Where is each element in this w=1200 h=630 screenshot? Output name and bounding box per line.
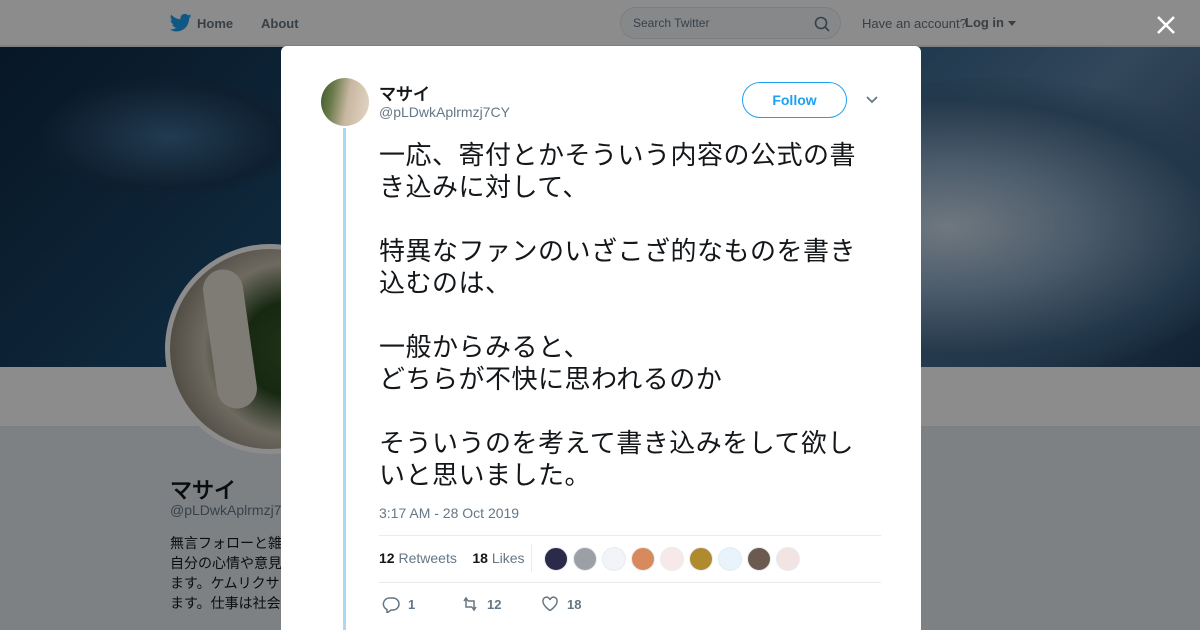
retweet-count: 12 (487, 596, 502, 612)
reply-icon (382, 597, 400, 613)
liker-avatars (544, 547, 800, 571)
liker-avatar[interactable] (747, 547, 771, 571)
liker-avatar[interactable] (602, 547, 626, 571)
liker-avatar[interactable] (660, 547, 684, 571)
divider (379, 582, 881, 583)
tweet-author-handle[interactable]: @pLDwkAplrmzj7CY (379, 104, 510, 120)
liker-avatar[interactable] (689, 547, 713, 571)
retweet-icon (463, 596, 477, 612)
follow-button[interactable]: Follow (742, 82, 847, 118)
liker-avatar[interactable] (631, 547, 655, 571)
liker-avatar[interactable] (573, 547, 597, 571)
like-count: 18 (567, 596, 582, 612)
divider (531, 544, 532, 572)
likes-count[interactable]: 18 (472, 550, 488, 566)
retweets-label[interactable]: Retweets (398, 550, 456, 566)
divider (379, 535, 881, 536)
likes-label[interactable]: Likes (492, 550, 525, 566)
heart-icon (542, 596, 558, 612)
tweet-author-name[interactable]: マサイ (379, 80, 430, 105)
tweet-stats: 12 Retweets 18 Likes (379, 550, 525, 566)
tweet-modal: マサイ @pLDwkAplrmzj7CY Follow 一応、寄付とかそういう内… (281, 46, 921, 630)
close-icon[interactable] (1153, 12, 1179, 38)
reply-button[interactable]: 1 (382, 595, 415, 613)
retweet-button[interactable]: 12 (461, 595, 501, 613)
liker-avatar[interactable] (718, 547, 742, 571)
chevron-down-icon[interactable] (865, 95, 879, 105)
like-button[interactable]: 18 (541, 595, 581, 613)
thread-line (343, 128, 346, 630)
liker-avatar[interactable] (776, 547, 800, 571)
reply-count: 1 (408, 596, 416, 612)
tweet-timestamp[interactable]: 3:17 AM - 28 Oct 2019 (379, 505, 519, 521)
avatar[interactable] (321, 78, 369, 126)
retweets-count[interactable]: 12 (379, 550, 395, 566)
liker-avatar[interactable] (544, 547, 568, 571)
tweet-text: 一応、寄付とかそういう内容の公式の書き込みに対して、 特異なファンのいざこざ的な… (379, 141, 857, 491)
